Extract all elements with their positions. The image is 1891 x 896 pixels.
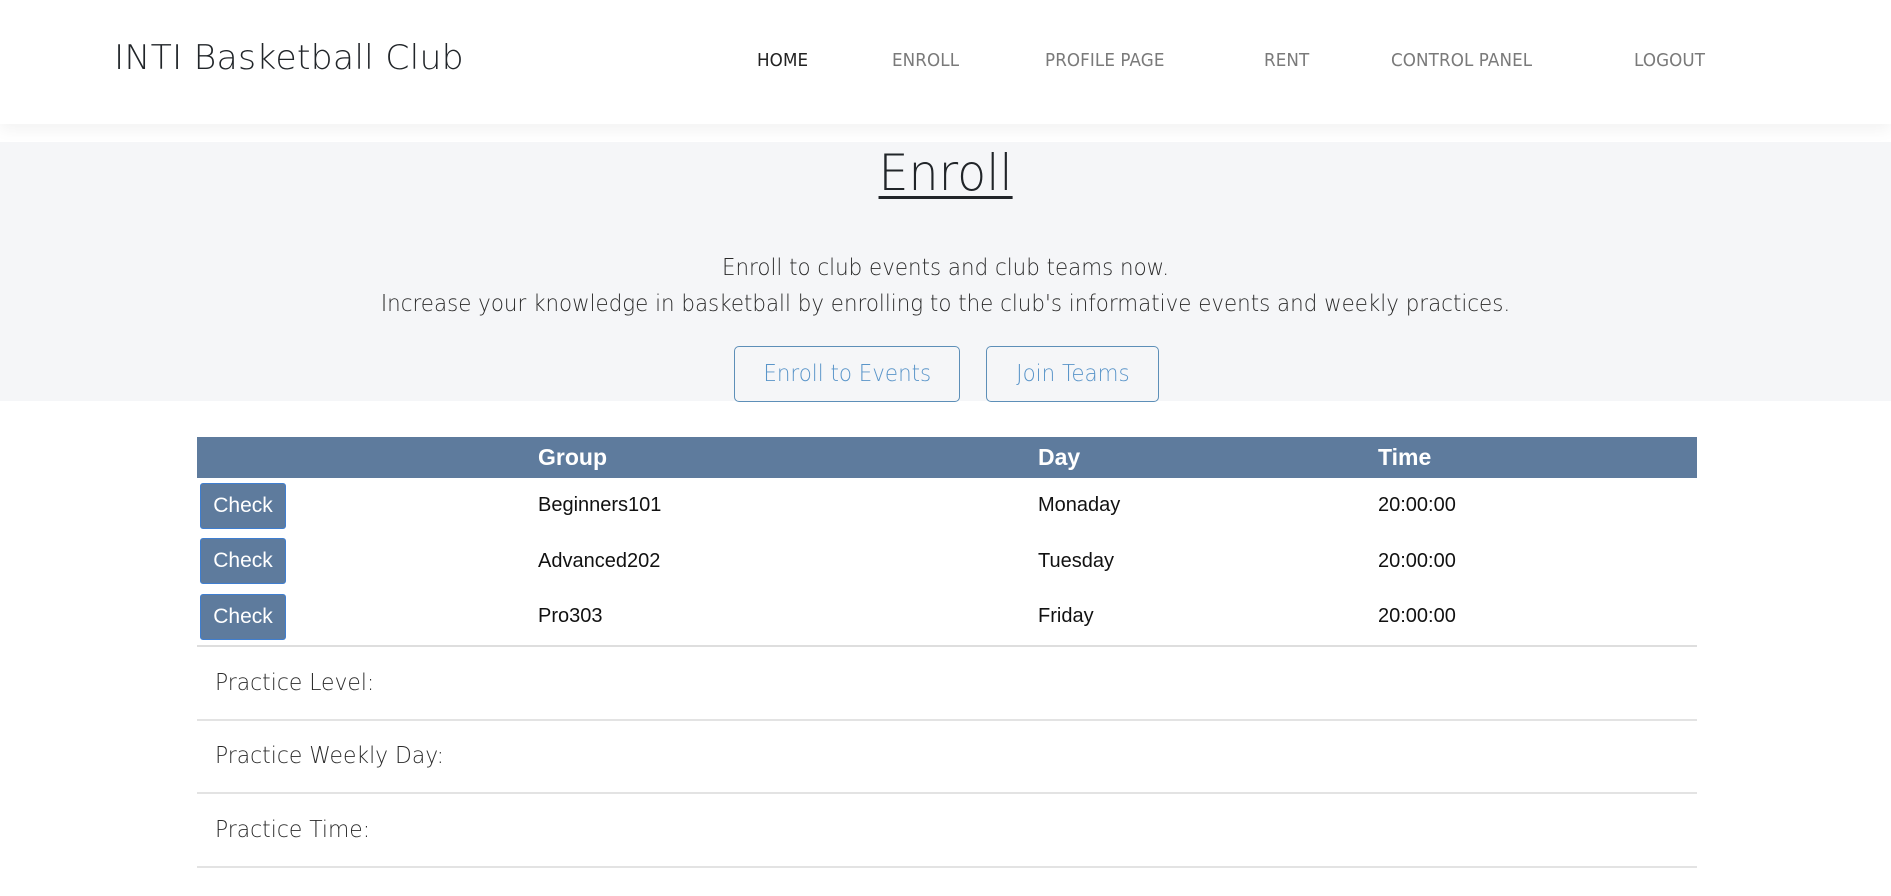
groups-table-container: Group Day Time Check Beginners101 Monada… (197, 437, 1697, 647)
cell-group: Advanced202 (538, 549, 661, 572)
table-row: Check Beginners101 Monaday 20:00:00 (197, 478, 1697, 534)
hero-lead-line-1: Enroll to club events and club teams now… (721, 255, 1170, 281)
top-navbar: INTI Basketball Club HOME ENROLL PROFILE… (0, 0, 1891, 124)
check-button[interactable]: Check (200, 593, 286, 640)
main-nav: HOME ENROLL PROFILE PAGE RENT CONTROL PA… (0, 50, 1891, 74)
cell-action: Check (197, 534, 538, 590)
practice-details-list: Practice Level: Practice Weekly Day: Pra… (197, 647, 1697, 868)
page-title-text: Enroll (878, 144, 1013, 202)
join-teams-button[interactable]: Join Teams (986, 346, 1159, 402)
practice-level-row: Practice Level: (197, 647, 1697, 721)
practice-weekly-day-row: Practice Weekly Day: (197, 721, 1697, 794)
hero-button-group: Enroll to Events Join Teams (0, 344, 1891, 402)
nav-link-control-panel[interactable]: CONTROL PANEL (1391, 50, 1532, 71)
nav-link-home[interactable]: HOME (757, 50, 808, 71)
nav-link-enroll[interactable]: ENROLL (892, 50, 959, 71)
enroll-to-events-label: Enroll to Events (763, 361, 931, 387)
page-title: Enroll (0, 142, 1891, 204)
check-button[interactable]: Check (200, 482, 286, 529)
cell-group: Pro303 (538, 605, 603, 628)
cell-group: Beginners101 (538, 494, 662, 517)
cell-day: Tuesday (1038, 549, 1114, 572)
table-row: Check Pro303 Friday 20:00:00 (197, 589, 1697, 645)
cell-time: 20:00:00 (1378, 494, 1456, 517)
groups-table: Group Day Time Check Beginners101 Monada… (197, 437, 1697, 645)
groups-table-header: Group Day Time (197, 437, 1697, 478)
enroll-to-events-button[interactable]: Enroll to Events (734, 346, 960, 402)
table-row: Check Advanced202 Tuesday 20:00:00 (197, 534, 1697, 590)
header-row: Group Day Time (197, 437, 1697, 478)
cell-action: Check (197, 478, 538, 534)
practice-time-row: Practice Time: (197, 794, 1697, 868)
nav-link-logout[interactable]: LOGOUT (1634, 50, 1705, 71)
nav-link-profile-page[interactable]: PROFILE PAGE (1045, 50, 1165, 71)
practice-level-label: Practice Level: (215, 669, 375, 696)
header-time: Time (1378, 444, 1432, 470)
hero-lead-line-2: Increase your knowledge in basketball by… (380, 291, 1511, 317)
cell-action: Check (197, 589, 538, 645)
cell-time: 20:00:00 (1378, 605, 1456, 628)
nav-link-rent[interactable]: RENT (1264, 50, 1309, 71)
join-teams-label: Join Teams (1015, 361, 1130, 387)
hero-description: Enroll to club events and club teams now… (0, 250, 1891, 322)
enroll-hero: Enroll Enroll to club events and club te… (0, 142, 1891, 402)
groups-table-body: Check Beginners101 Monaday 20:00:00 Chec… (197, 478, 1697, 645)
cell-day: Friday (1038, 605, 1094, 628)
cell-day: Monaday (1038, 494, 1121, 517)
header-action (197, 437, 538, 478)
header-group: Group (538, 444, 607, 470)
practice-time-label: Practice Time: (215, 816, 371, 843)
cell-time: 20:00:00 (1378, 549, 1456, 572)
practice-weekly-day-label: Practice Weekly Day: (215, 743, 444, 770)
header-day: Day (1038, 444, 1081, 470)
check-button[interactable]: Check (200, 538, 286, 585)
